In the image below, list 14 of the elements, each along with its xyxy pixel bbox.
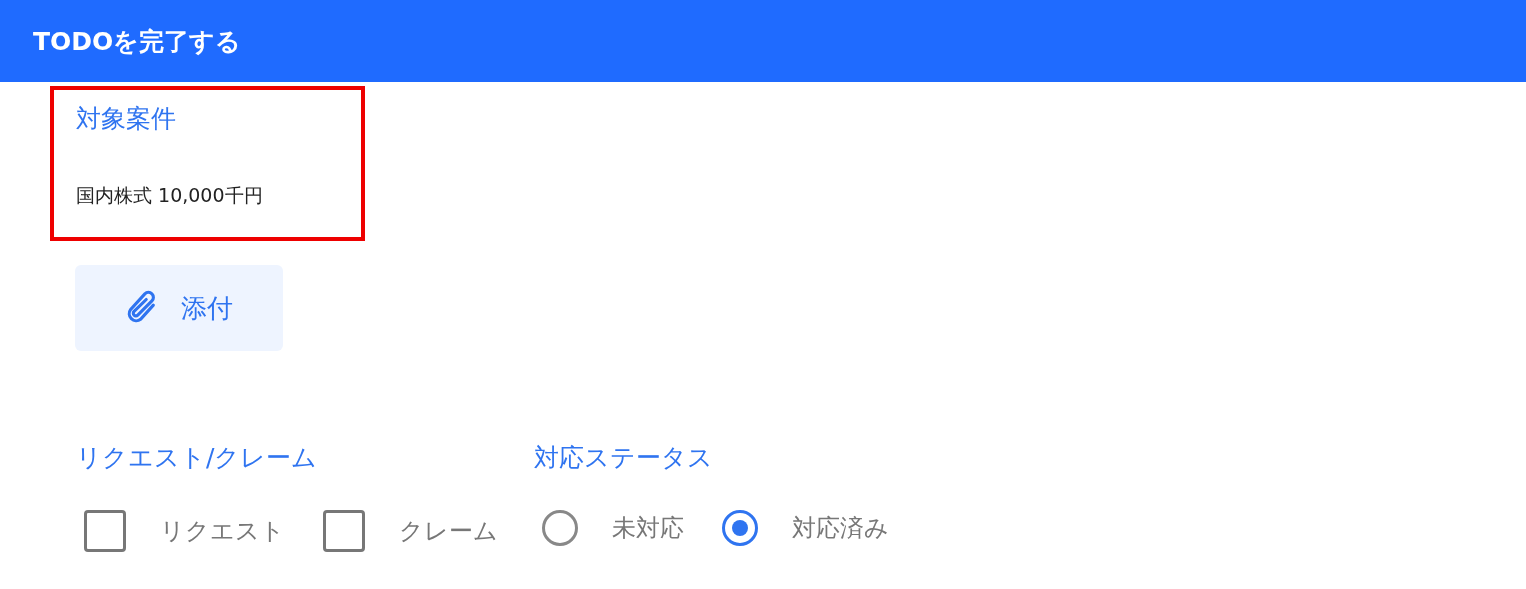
option-label: 未対応 <box>612 513 684 544</box>
field-value: 国内株式 10,000千円 <box>76 183 264 208</box>
checkbox[interactable] <box>84 510 126 552</box>
option-label: クレーム <box>399 516 498 547</box>
group-label: リクエスト/クレーム <box>76 442 319 474</box>
field-label: 対象案件 <box>76 103 177 135</box>
radio-button[interactable] <box>722 510 758 546</box>
option-label: リクエスト <box>160 516 285 547</box>
option-label: 対応済み <box>792 513 889 544</box>
checkbox[interactable] <box>323 510 365 552</box>
group-label: 対応ステータス <box>534 442 714 474</box>
window-title: TODOを完了する <box>33 25 242 58</box>
radio-button[interactable] <box>542 510 578 546</box>
attach-button[interactable]: 添付 <box>75 265 283 351</box>
